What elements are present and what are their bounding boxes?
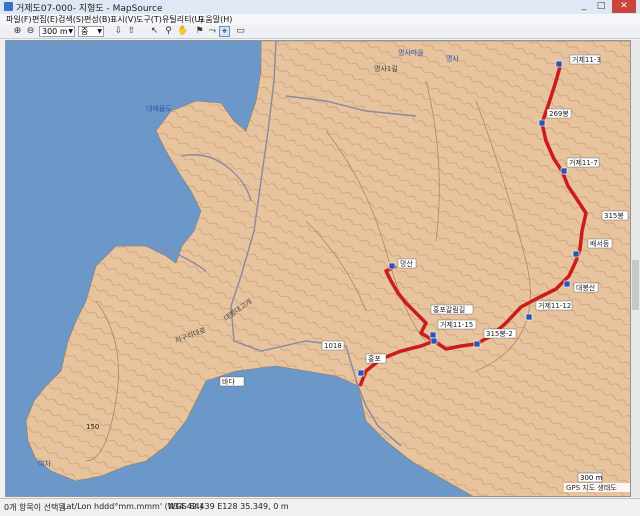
label-hongpo: 홍포갈림길 [433, 305, 465, 314]
label-315-south: 315봉-2 [486, 330, 513, 338]
toolbar: ⊕ ⊖ 300 m ▼ 중 ▼ ⇩ ⇧ ↖ ⚲ ✋ ⚑ ⤳ ⌖ ▭ [0, 25, 640, 39]
label-150: 150 [86, 423, 99, 431]
scale-select-value: 300 m [42, 27, 68, 36]
label-small-2: 명사 [446, 54, 459, 63]
measure-icon[interactable]: ▭ [235, 26, 246, 37]
menu-bar: 파일(F) 편집(E) 검색(S) 편성(B) 표시(V) 도구(T) 유틸리티… [0, 14, 640, 25]
device-receive-icon[interactable]: ⇩ [113, 26, 124, 37]
status-bar: 0개 항목이 선택됨 Lat/Lon hddd°mm.mmm' (WGS 84)… [0, 498, 640, 516]
menu-help[interactable]: 도움말(H) [198, 14, 232, 25]
menu-view[interactable]: 표시(V) [110, 14, 136, 25]
menu-tools[interactable]: 도구(T) [136, 14, 162, 25]
menu-file[interactable]: 파일(F) [6, 14, 32, 25]
label-11-15: 거제11-15 [440, 320, 473, 329]
label-hongpo-south: 홍포 [368, 354, 381, 363]
zoom-in-icon[interactable]: ⊕ [12, 26, 23, 37]
scrollbar-thumb[interactable] [632, 260, 639, 310]
route-icon[interactable]: ⤳ [207, 26, 218, 37]
label-top-village: 명사1길 [374, 64, 398, 73]
label-port: 여차 [38, 459, 51, 468]
status-selection: 0개 항목이 선택됨 [4, 503, 66, 512]
detail-select[interactable]: 중 ▼ [78, 26, 104, 37]
label-road-1018: 1018 [324, 342, 342, 350]
map-view[interactable]: 거제11-3 269봉 거제11-7 315봉 배서등 대봉산 거제11-12 … [5, 40, 631, 497]
pan-hand-icon[interactable]: ✋ [177, 26, 188, 37]
menu-search[interactable]: 검색(S) [58, 14, 84, 25]
scale-bar: 300 m [577, 472, 603, 483]
detail-select-value: 중 [81, 27, 89, 36]
maximize-icon[interactable]: □ [593, 0, 609, 13]
zoom-out-icon[interactable]: ⊖ [25, 26, 36, 37]
label-small-1: 대매물도 [146, 105, 172, 113]
label-peak-11-3: 거제11-3 [572, 55, 601, 64]
chevron-down-icon: ▼ [68, 28, 73, 35]
select-icon[interactable]: ↖ [149, 26, 160, 37]
app-icon [4, 2, 13, 11]
scale-text: 300 m [580, 474, 603, 482]
close-icon[interactable]: ✕ [612, 0, 636, 13]
device-send-icon[interactable]: ⇧ [126, 26, 137, 37]
label-11-12: 거제11-12 [538, 301, 571, 310]
track-select-icon[interactable]: ⌖ [219, 26, 230, 37]
label-315-east: 315봉 [604, 212, 624, 220]
label-daebongsan: 대봉산 [576, 283, 596, 292]
map-copyright: GPS 지도 생태도 [566, 483, 617, 492]
label-village-sign: 명사마을 [398, 48, 424, 57]
zoom-tool-icon[interactable]: ⚲ [163, 26, 174, 37]
waypoint-flag-icon[interactable]: ⚑ [194, 26, 205, 37]
label-sea: 바다 [222, 377, 235, 386]
scale-select[interactable]: 300 m ▼ [39, 26, 75, 37]
window-title: 거제도07-000- 지형도 - MapSource [16, 4, 163, 14]
minimize-icon[interactable]: _ [576, 0, 592, 13]
menu-compose[interactable]: 편성(B) [84, 14, 110, 25]
menu-edit[interactable]: 편집(E) [32, 14, 58, 25]
title-bar: 거제도07-000- 지형도 - MapSource _ □ ✕ [0, 0, 640, 15]
map-vertical-scrollbar[interactable] [631, 40, 640, 497]
label-seojaedeung: 배서등 [590, 239, 610, 248]
label-manggwan: 망산 [400, 259, 413, 268]
chevron-down-icon: ▼ [97, 28, 102, 35]
label-peak-11-7: 거제11-7 [569, 158, 598, 167]
label-269: 269봉 [549, 110, 569, 118]
status-coords: N34 42.439 E128 35.349, 0 m [168, 502, 289, 511]
